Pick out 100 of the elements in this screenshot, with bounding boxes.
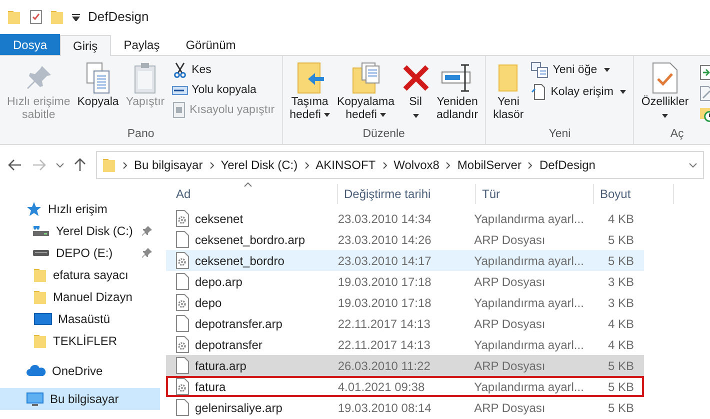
breadcrumb-item[interactable]: Yerel Disk (C:) [220, 156, 298, 174]
properties-icon [29, 9, 43, 25]
group-label: Yeni [548, 128, 572, 142]
table-cell-text: 5 KB [606, 378, 635, 396]
file-icon [176, 399, 189, 416]
back-icon [8, 159, 22, 171]
sidebar-item[interactable]: Bu bilgisayar [0, 388, 160, 410]
window-title: DefDesign [88, 8, 149, 26]
file-row[interactable]: ceksenet_bordro.arp 23.03.2010 14:26 ARP Dosyası 5 KB [166, 229, 644, 250]
ribbon-tab[interactable]: Paylaş [110, 34, 173, 55]
group-label: Pano [126, 128, 156, 142]
ribbon-button[interactable]: Yeni klasör [491, 59, 526, 123]
folder-icon [51, 10, 64, 24]
folder-icon [498, 64, 518, 92]
address-bar[interactable]: Bu bilgisayar Yerel Disk (C:) AKINSOFT Wolvox8 MobilServer DefDesign [96, 151, 704, 179]
settings-file-icon [176, 294, 189, 311]
sidebar-item[interactable]: OneDrive [0, 360, 160, 382]
chevron-icon [123, 162, 127, 168]
breadcrumb-item[interactable]: Wolvox8 [394, 156, 440, 174]
ribbon-button[interactable]: Kolay erişim [528, 82, 628, 102]
rename-icon [441, 64, 474, 92]
ribbon-button[interactable]: Yeni öğe [528, 61, 628, 79]
shortcut-icon [172, 102, 186, 118]
sidebar-item[interactable]: Manuel Dizayn [0, 286, 160, 308]
file-icon [176, 315, 189, 332]
chevron-icon [528, 162, 532, 168]
dropdown-icon [56, 162, 64, 168]
table-cell-text: 23.03.2010 14:34 [338, 210, 432, 228]
ribbon-button[interactable]: Kopyala [75, 59, 121, 110]
sidebar-item[interactable]: TEKLİFLER [0, 330, 160, 352]
table-cell-text: 5 KB [606, 400, 635, 416]
sidebar-item[interactable]: efatura sayacı [0, 264, 160, 286]
file-name: gelenirsaliye.arp [195, 400, 282, 416]
table-cell-text: Yapılandırma ayarl... [474, 210, 585, 228]
dropdown-icon [689, 162, 697, 168]
breadcrumb-item[interactable]: AKINSOFT [316, 156, 376, 174]
file-row[interactable]: gelenirsaliye.arp 19.03.2010 08:14 ARP Dosyası 5 KB [166, 397, 644, 418]
file-name: ceksenet_bordro [195, 252, 284, 270]
column-header[interactable]: Tür [476, 184, 594, 204]
settings-file-icon [176, 252, 189, 269]
up-icon [74, 158, 86, 172]
file-row[interactable]: depo 19.03.2010 17:18 Yapılandırma ayarl... 3 KB [166, 292, 644, 313]
document-icon [530, 83, 547, 101]
table-cell-text: 22.11.2017 14:13 [338, 316, 432, 332]
column-header[interactable]: Boyut [594, 184, 674, 204]
clipboard-icon [132, 62, 158, 94]
ribbon-button[interactable]: Kes [170, 61, 277, 79]
file-name: depotransfer [195, 336, 262, 354]
table-cell-text: 4 KB [606, 210, 635, 228]
ribbon-button[interactable]: Taşıma hedefi [288, 59, 332, 123]
column-header[interactable]: Ad [170, 184, 338, 204]
file-name: fatura.arp [195, 358, 246, 374]
table-cell-text: Yapılandırma ayarl... [474, 336, 585, 354]
ribbon-button[interactable]: Yeniden adlandır [434, 59, 480, 123]
file-tab[interactable]: Dosya [0, 34, 60, 55]
file-row[interactable]: depotransfer.arp 22.11.2017 14:13 ARP Dosyası 4 KB [166, 313, 644, 334]
file-row[interactable]: ceksenet_bordro 23.03.2010 14:17 Yapılandırma ayarl... 5 KB [166, 250, 644, 271]
ribbon-button[interactable]: Kopyalama hedefi [334, 59, 397, 123]
star-icon [26, 202, 42, 216]
table-cell-text: 5 KB [606, 252, 635, 270]
table-cell-text: ARP Dosyası [474, 400, 546, 416]
table-cell-text: 26.03.2010 11:22 [338, 358, 432, 374]
sidebar-item[interactable]: Masaüstü [0, 308, 160, 330]
column-header[interactable]: Değiştirme tarihi [338, 184, 476, 204]
file-icon [176, 357, 189, 374]
delete-icon [402, 64, 430, 92]
ribbon-button[interactable]: Sil [400, 59, 432, 119]
file-row[interactable]: depo.arp 19.03.2010 17:18 ARP Dosyası 3 KB [166, 271, 644, 292]
table-cell-text: Yapılandırma ayarl... [474, 294, 585, 312]
sidebar-item[interactable]: Hızlı erişim [0, 198, 160, 220]
ribbon-button[interactable]: Yolu kopyala [170, 82, 277, 98]
file-icon [176, 231, 189, 248]
sidebar-item[interactable]: DEPO (E:) [0, 242, 160, 264]
breadcrumb-item[interactable]: Bu bilgisayar [134, 156, 203, 174]
table-cell-text: ARP Dosyası [474, 316, 546, 332]
table-cell-text: ARP Dosyası [474, 274, 546, 290]
file-row[interactable]: fatura.arp 26.03.2010 11:22 ARP Dosyası 5 KB [166, 355, 644, 376]
folder-icon [34, 290, 47, 304]
sidebar-item[interactable]: Yerel Disk (C:) [0, 220, 160, 242]
group-label: Aç [669, 128, 685, 142]
ribbon-button[interactable]: Özellikler [639, 59, 691, 119]
settings-file-icon [176, 210, 189, 227]
file-row[interactable]: depotransfer 22.11.2017 14:13 Yapılandırma ayarl... 4 KB [166, 334, 644, 355]
file-name: depo [195, 294, 222, 312]
drive-icon [32, 226, 50, 236]
table-cell-text: ARP Dosyası [474, 232, 546, 248]
breadcrumb-item[interactable]: DefDesign [539, 156, 596, 174]
ribbon-tab[interactable]: Görünüm [172, 34, 249, 55]
file-name: fatura [195, 378, 226, 396]
file-row[interactable]: ceksenet 23.03.2010 14:34 Yapılandırma ayarl... 4 KB [166, 208, 644, 229]
settings-file-icon [176, 378, 189, 395]
chevron-icon [304, 162, 309, 168]
properties-icon [652, 62, 678, 94]
file-name: depo.arp [195, 274, 242, 290]
table-cell-text: Yapılandırma ayarl... [474, 252, 585, 270]
breadcrumb-item[interactable]: MobilServer [457, 156, 522, 174]
ribbon-tab[interactable]: Giriş [60, 35, 111, 56]
table-cell-text: 4.01.2021 09:38 [338, 378, 426, 396]
copy-to-folder-icon [350, 62, 381, 94]
file-row[interactable]: fatura 4.01.2021 09:38 Yapılandırma ayarl... 5 KB [166, 376, 644, 397]
